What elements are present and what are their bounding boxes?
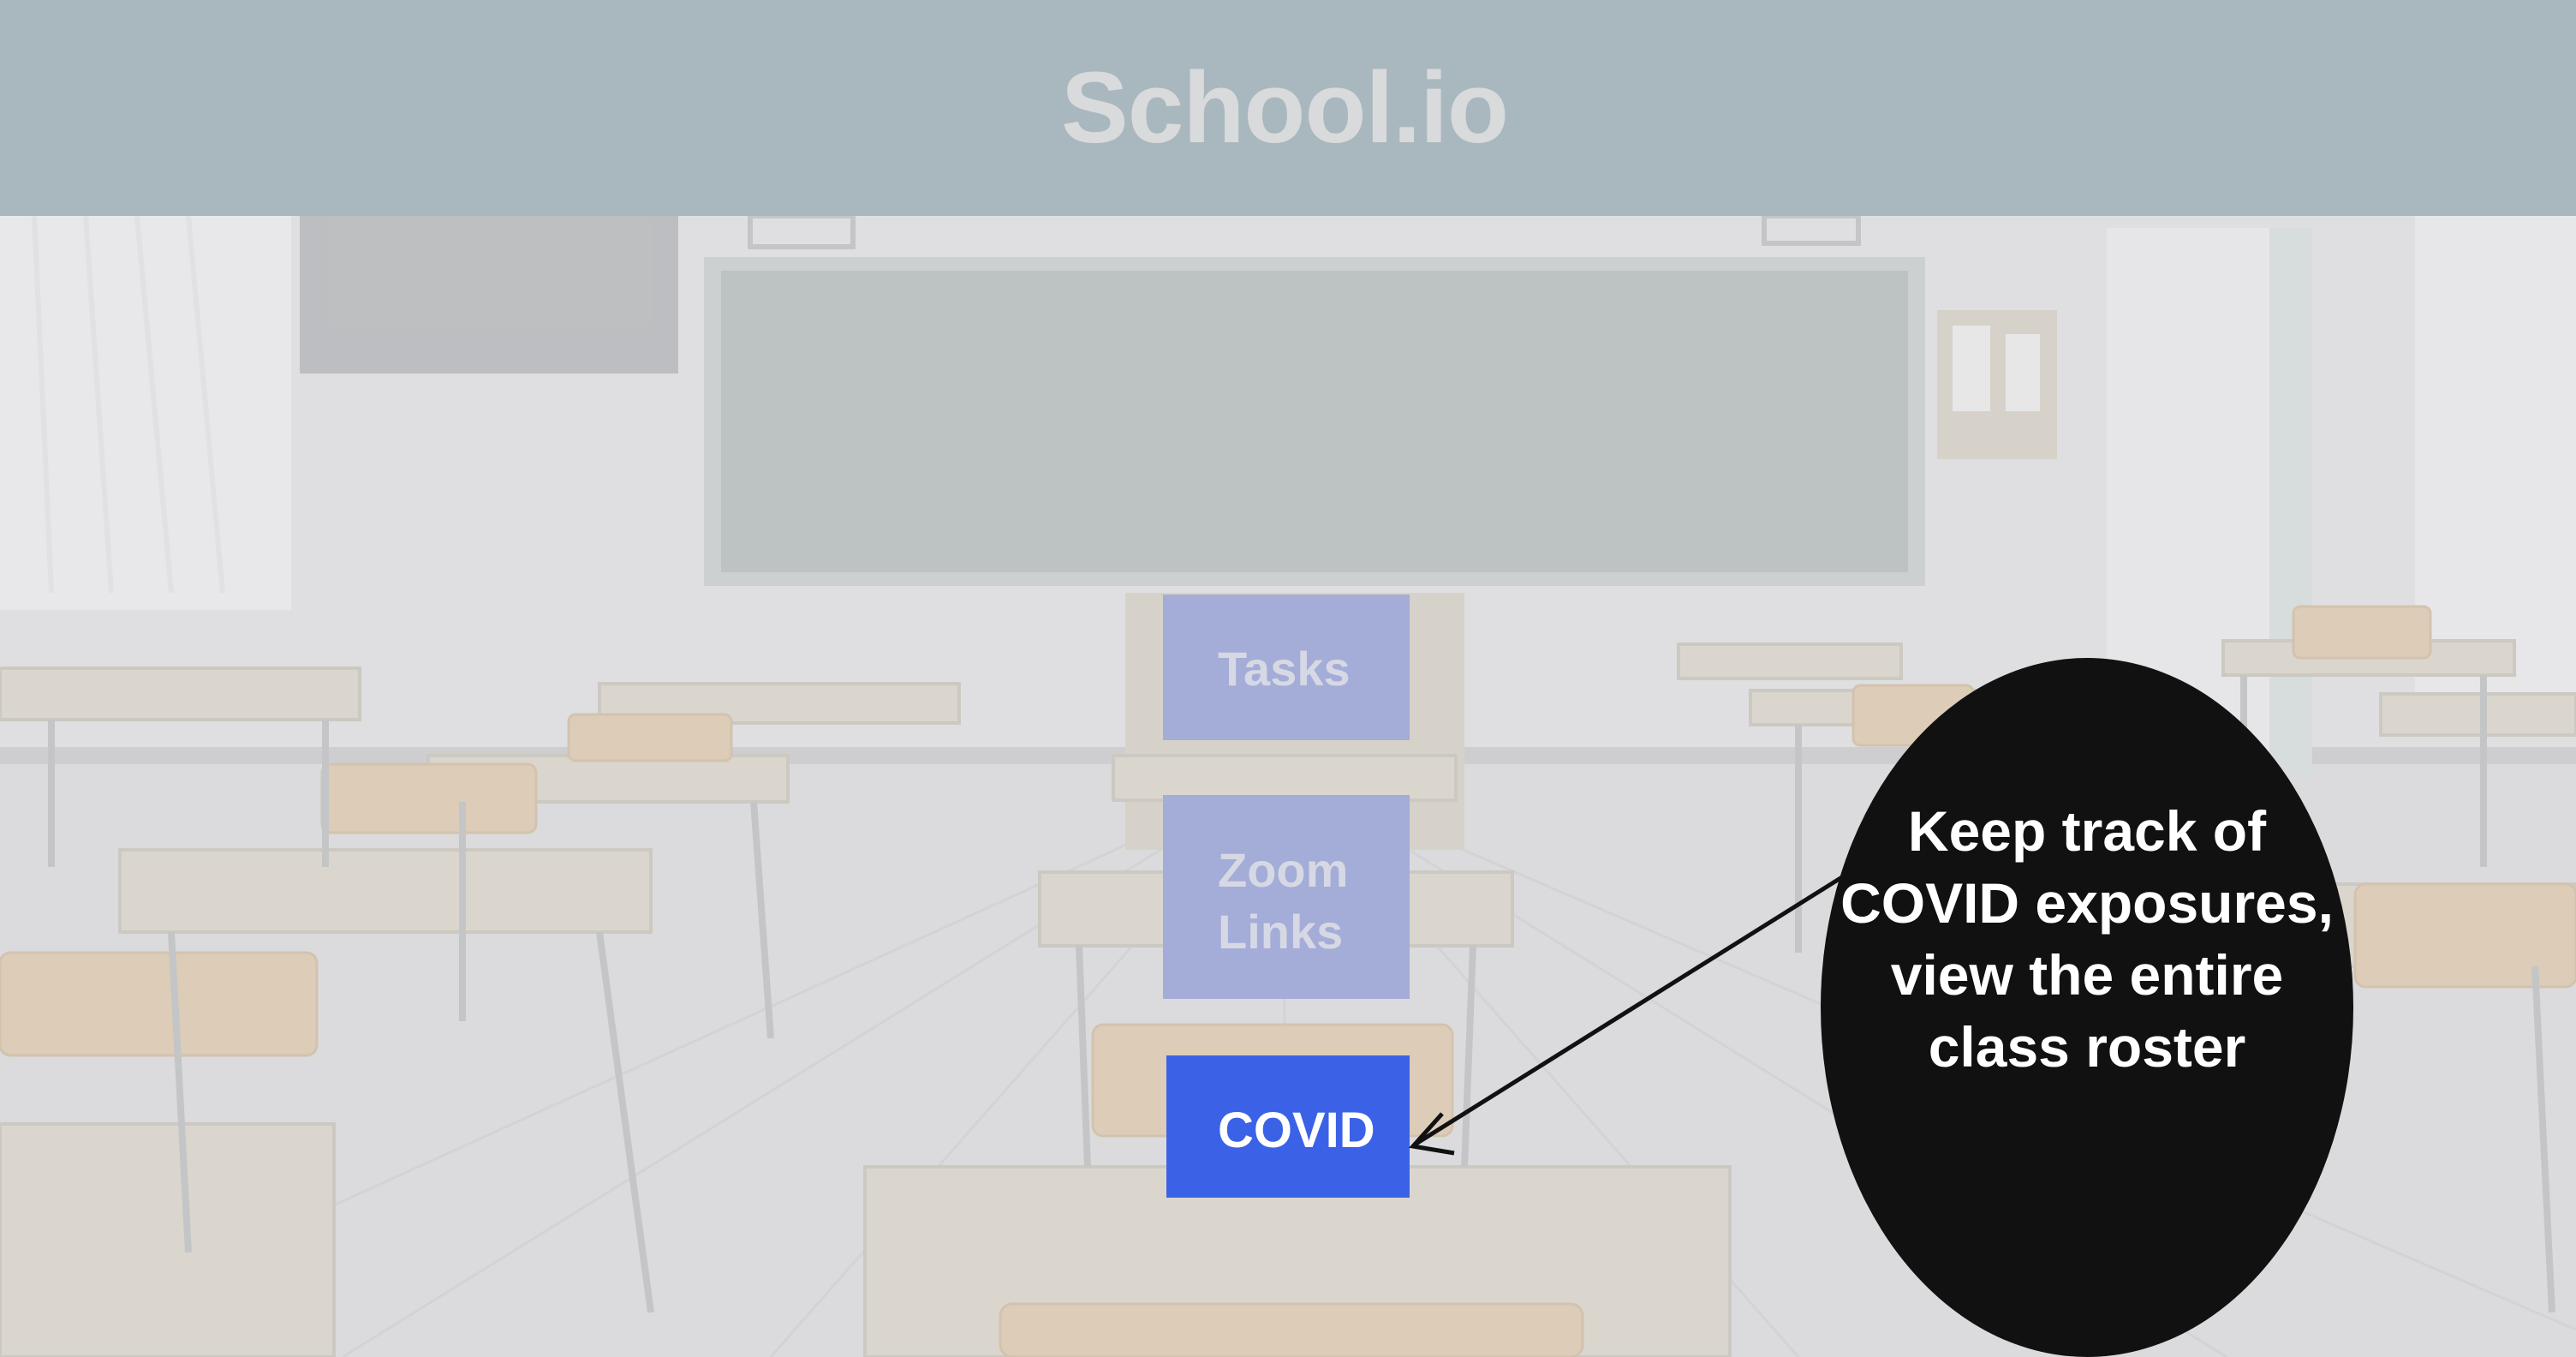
- covid-button[interactable]: COVID: [1166, 1055, 1410, 1198]
- tasks-button[interactable]: Tasks: [1163, 595, 1410, 740]
- zoom-links-button[interactable]: Zoom Links: [1163, 795, 1410, 999]
- app-header: School.io: [0, 0, 2576, 216]
- callout-text: Keep track of COVID exposures, view the …: [1840, 799, 2334, 1079]
- app-title: School.io: [1061, 51, 1509, 164]
- covid-button-label: COVID: [1218, 1103, 1375, 1158]
- tasks-button-label: Tasks: [1218, 642, 1351, 696]
- zoom-links-button-label: Zoom Links: [1218, 843, 1349, 959]
